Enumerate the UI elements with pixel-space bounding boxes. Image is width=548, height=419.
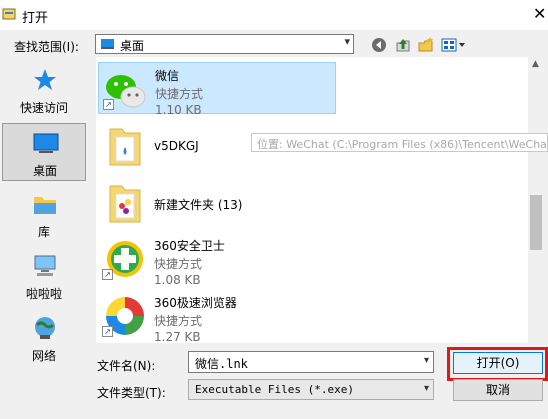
chevron-down-icon: ▾ xyxy=(423,383,429,394)
list-item[interactable]: ↗ 360极速浏览器 快捷方式 1.27 KB xyxy=(98,290,336,343)
app-icon xyxy=(2,8,16,20)
folder-icon xyxy=(109,128,141,166)
shortcut-arrow-icon: ↗ xyxy=(103,99,114,110)
file-name: 360安全卫士 xyxy=(154,239,225,253)
desktop-icon xyxy=(101,39,114,49)
places-bar: 快速访问 桌面 库 啦啦啦 网络 xyxy=(0,57,88,375)
window-title: 打开 xyxy=(22,11,49,26)
chevron-down-icon[interactable]: ▾ xyxy=(424,355,429,366)
filetype-select[interactable]: Executable Files (*.exe) ▾ xyxy=(188,379,434,400)
filename-label: 文件名(N): xyxy=(97,359,156,373)
place-label: 快速访问 xyxy=(19,101,68,115)
scrollbar-thumb[interactable] xyxy=(530,195,542,250)
back-icon[interactable] xyxy=(370,36,388,54)
file-name: v5DKGJ xyxy=(154,139,199,153)
file-name: 新建文件夹 (13) xyxy=(154,198,243,212)
lookin-label: 查找范围(I): xyxy=(14,40,79,54)
up-folder-icon[interactable] xyxy=(394,36,412,54)
filetype-label: 文件类型(T): xyxy=(97,386,166,400)
file-name: 微信 xyxy=(155,69,180,83)
new-folder-icon[interactable] xyxy=(417,36,435,54)
list-item[interactable]: 新建文件夹 (13) xyxy=(98,176,336,228)
place-library[interactable]: 库 xyxy=(2,185,86,243)
file-list[interactable]: ↗ 微信 快捷方式 1.10 KB v5DKGJ 新建文件夹 (13) ↗ 36… xyxy=(96,57,546,343)
vertical-scrollbar[interactable]: ▲ xyxy=(528,57,546,343)
close-icon[interactable]: ✕ xyxy=(533,4,546,23)
filename-value: 微信.lnk xyxy=(195,357,248,371)
shortcut-arrow-icon: ↗ xyxy=(102,269,113,280)
lookin-value: 桌面 xyxy=(120,39,145,53)
computer-icon xyxy=(34,255,56,276)
title-bar: 打开 ✕ xyxy=(0,0,548,30)
chevron-down-icon: ▾ xyxy=(344,35,350,48)
place-label: 桌面 xyxy=(32,164,57,178)
filename-input[interactable]: 微信.lnk ▾ xyxy=(188,351,434,373)
file-type: 快捷方式 xyxy=(154,314,203,328)
cancel-button[interactable]: 取消 xyxy=(453,379,543,401)
scroll-up-icon[interactable]: ▲ xyxy=(532,59,539,69)
list-item[interactable]: ↗ 360安全卫士 快捷方式 1.08 KB xyxy=(98,233,336,287)
file-size: 1.10 KB xyxy=(155,103,202,117)
place-desktop[interactable]: 桌面 xyxy=(2,123,86,181)
place-label: 网络 xyxy=(31,349,56,363)
place-label: 啦啦啦 xyxy=(25,287,62,301)
place-computer[interactable]: 啦啦啦 xyxy=(2,247,86,305)
file-size: 1.27 KB xyxy=(154,330,201,343)
open-button[interactable]: 打开(O) xyxy=(453,352,543,374)
shortcut-arrow-icon: ↗ xyxy=(102,326,113,337)
file-type: 快捷方式 xyxy=(155,87,204,101)
desktop-icon xyxy=(33,133,59,153)
filetype-value: Executable Files (*.exe) xyxy=(195,383,354,396)
place-label: 库 xyxy=(37,225,50,239)
list-item[interactable]: ↗ 微信 快捷方式 1.10 KB xyxy=(98,62,336,117)
place-network[interactable]: 网络 xyxy=(2,309,86,367)
file-name: 360极速浏览器 xyxy=(154,296,237,310)
star-icon xyxy=(34,69,56,90)
library-icon xyxy=(34,197,56,214)
file-type: 快捷方式 xyxy=(154,257,203,271)
network-icon xyxy=(35,317,55,339)
place-quick-access[interactable]: 快速访问 xyxy=(2,61,86,119)
lookin-combo[interactable]: 桌面 ▾ xyxy=(95,34,354,54)
location-tooltip: 位置: WeChat (C:\Program Files (x86)\Tence… xyxy=(251,133,548,152)
file-size: 1.08 KB xyxy=(154,273,201,287)
view-menu-icon[interactable] xyxy=(440,36,466,54)
folder-icon xyxy=(109,185,141,223)
